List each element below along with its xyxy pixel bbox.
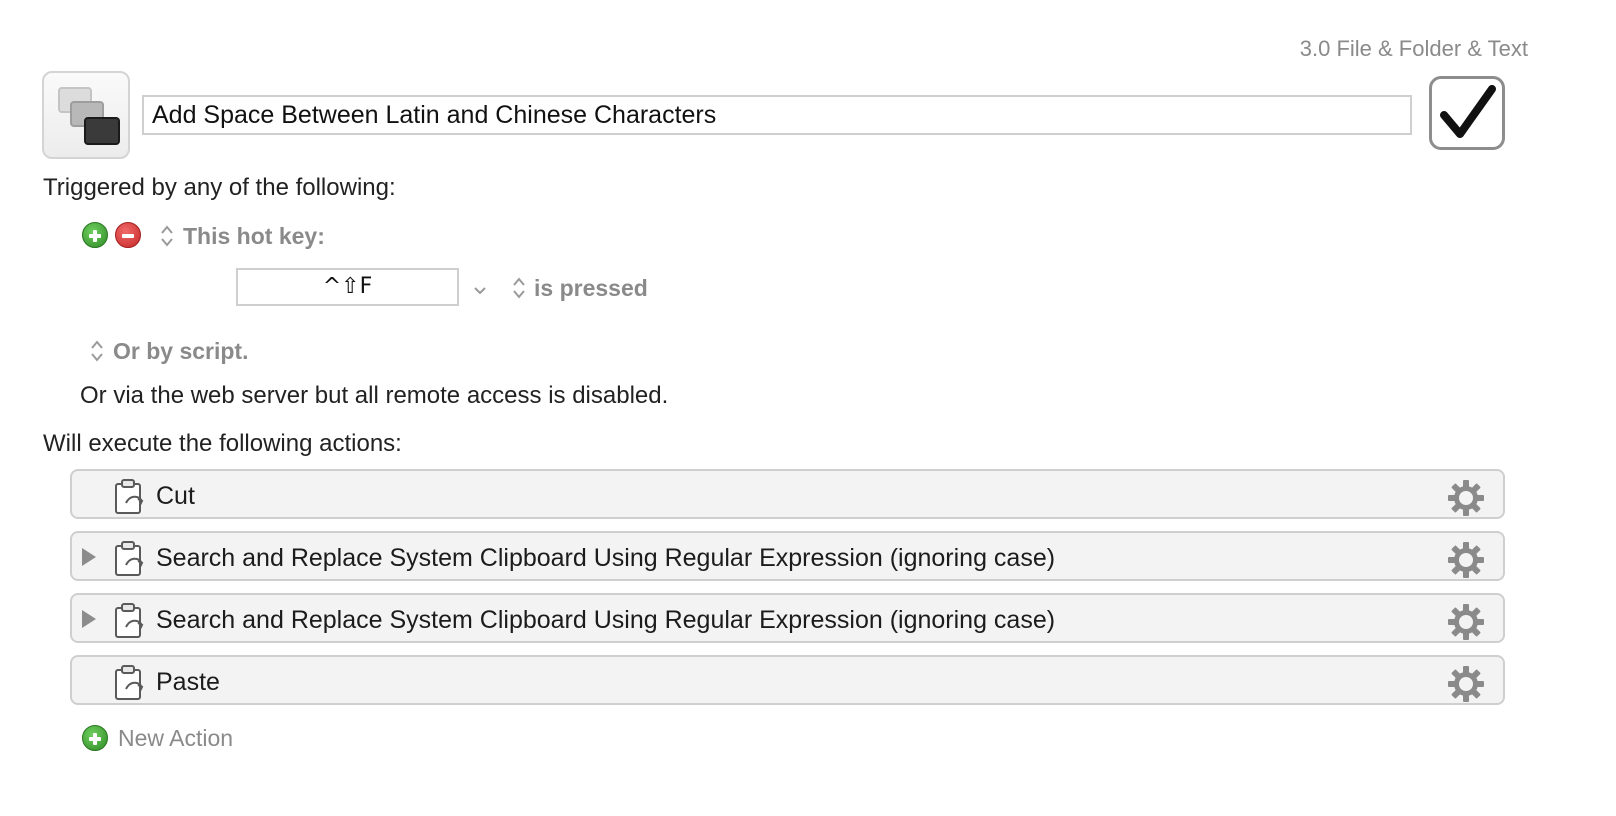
clipboard-icon: [114, 603, 144, 644]
disclosure-triangle-icon[interactable]: [82, 610, 96, 628]
action-row[interactable]: Search and Replace System Clipboard Usin…: [70, 531, 1505, 581]
disclosure-triangle-icon[interactable]: [82, 548, 96, 566]
clipboard-icon: [114, 479, 144, 520]
macro-group-label: 3.0 File & Folder & Text: [1299, 36, 1528, 61]
gear-icon[interactable]: [1447, 479, 1485, 522]
trigger-type-stepper-icon[interactable]: [160, 224, 174, 249]
hotkey-trigger-label[interactable]: This hot key:: [183, 223, 325, 250]
gear-icon[interactable]: [1447, 603, 1485, 646]
web-server-note: Or via the web server but all remote acc…: [80, 382, 669, 409]
action-row[interactable]: Search and Replace System Clipboard Usin…: [70, 593, 1505, 643]
gear-icon[interactable]: [1447, 665, 1485, 708]
action-row[interactable]: Cut: [70, 469, 1505, 519]
clipboard-icon: [114, 665, 144, 706]
action-label: Cut: [156, 482, 195, 510]
action-label: Paste: [156, 668, 220, 696]
action-label: Search and Replace System Clipboard Usin…: [156, 606, 1056, 634]
script-trigger-stepper-icon[interactable]: [90, 339, 104, 364]
macro-icon[interactable]: [42, 71, 130, 159]
action-label: Search and Replace System Clipboard Usin…: [156, 544, 1056, 572]
hotkey-field[interactable]: ^⇧F: [236, 268, 459, 306]
script-trigger-label[interactable]: Or by script.: [113, 338, 248, 365]
action-row[interactable]: Paste: [70, 655, 1505, 705]
macro-enabled-checkbox[interactable]: [1429, 76, 1505, 150]
chevron-down-icon[interactable]: [473, 283, 487, 301]
hotkey-condition-label[interactable]: is pressed: [534, 275, 648, 302]
new-action-button[interactable]: [82, 725, 108, 751]
remove-trigger-button[interactable]: [115, 222, 141, 248]
checkmark-icon: [1440, 85, 1496, 138]
new-action-label[interactable]: New Action: [118, 725, 233, 752]
condition-stepper-icon[interactable]: [512, 276, 526, 301]
clipboard-icon: [114, 541, 144, 582]
gear-icon[interactable]: [1447, 541, 1485, 584]
triggers-heading: Triggered by any of the following:: [43, 174, 396, 201]
actions-heading: Will execute the following actions:: [43, 430, 402, 457]
add-trigger-button[interactable]: [82, 222, 108, 248]
macro-name-input[interactable]: Add Space Between Latin and Chinese Char…: [142, 95, 1412, 135]
